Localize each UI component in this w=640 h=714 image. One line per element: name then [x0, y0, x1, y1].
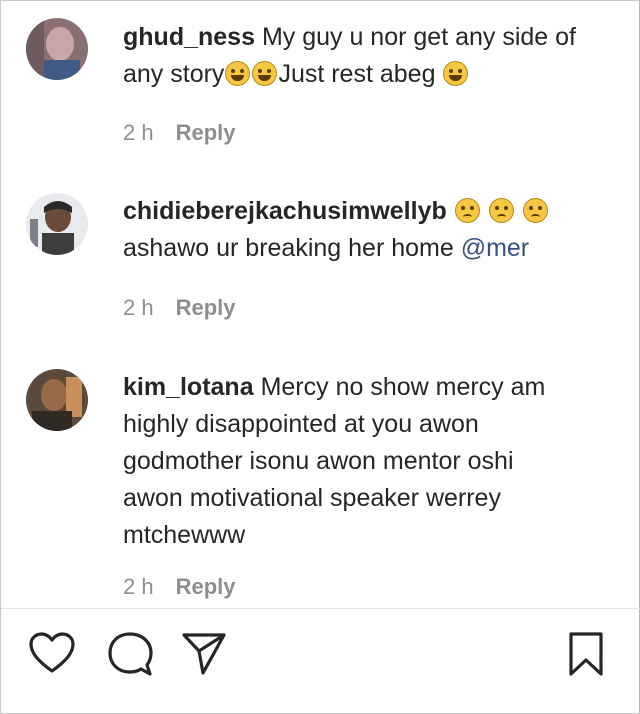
reply-button[interactable]: Reply — [176, 574, 236, 599]
reply-button[interactable]: Reply — [176, 295, 236, 320]
laughing-emoji-icon — [443, 61, 469, 86]
heart-icon[interactable] — [28, 631, 76, 680]
divider — [1, 608, 640, 609]
comment-icon[interactable] — [107, 631, 153, 682]
post-comments-panel: ghud_ness My guy u nor get any side of a… — [0, 0, 640, 714]
comment-meta: 2 h Reply — [123, 295, 236, 321]
laughing-emoji-icon — [252, 61, 278, 86]
mention-link[interactable]: @mer — [461, 234, 529, 262]
sad-emoji-icon — [454, 198, 480, 223]
comment-body: godmother isonu awon mentor oshi — [123, 447, 514, 475]
comment-username[interactable]: ghud_ness — [123, 23, 255, 51]
comment-text: ghud_ness My guy u nor get any side of a… — [123, 19, 613, 93]
reply-button[interactable]: Reply — [176, 120, 236, 145]
comment-timestamp: 2 h — [123, 574, 154, 599]
laughing-emoji-icon — [225, 61, 251, 86]
comment-text: kim_lotana Mercy no show mercy am highly… — [123, 369, 613, 554]
comment-text: chidieberejkachusimwellyb ashawo ur brea… — [123, 193, 613, 267]
comment-body: awon motivational speaker werrey — [123, 484, 501, 512]
comment-username[interactable]: kim_lotana — [123, 373, 254, 401]
comment-body: Just rest abeg — [278, 60, 436, 88]
comment-meta: 2 h Reply — [123, 120, 236, 146]
bookmark-icon[interactable] — [568, 631, 604, 682]
sad-emoji-icon — [522, 198, 548, 223]
comment-body: Mercy no show mercy am — [260, 373, 546, 401]
post-action-bar — [1, 631, 640, 691]
comment-body: ashawo ur breaking her home — [123, 234, 461, 262]
avatar[interactable] — [26, 193, 88, 255]
avatar[interactable] — [26, 369, 88, 431]
share-icon[interactable] — [181, 631, 227, 680]
comment-body: highly disappointed at you awon — [123, 410, 479, 438]
comment-body: any story — [123, 60, 225, 88]
comment-timestamp: 2 h — [123, 120, 154, 145]
sad-emoji-icon — [488, 198, 514, 223]
comment-meta: 2 h Reply — [123, 574, 236, 600]
comment-body: My guy u nor get any side of — [261, 23, 576, 51]
comment-username[interactable]: chidieberejkachusimwellyb — [123, 197, 447, 225]
avatar[interactable] — [26, 18, 88, 80]
comment-body: mtchewww — [123, 521, 246, 549]
comment-timestamp: 2 h — [123, 295, 154, 320]
